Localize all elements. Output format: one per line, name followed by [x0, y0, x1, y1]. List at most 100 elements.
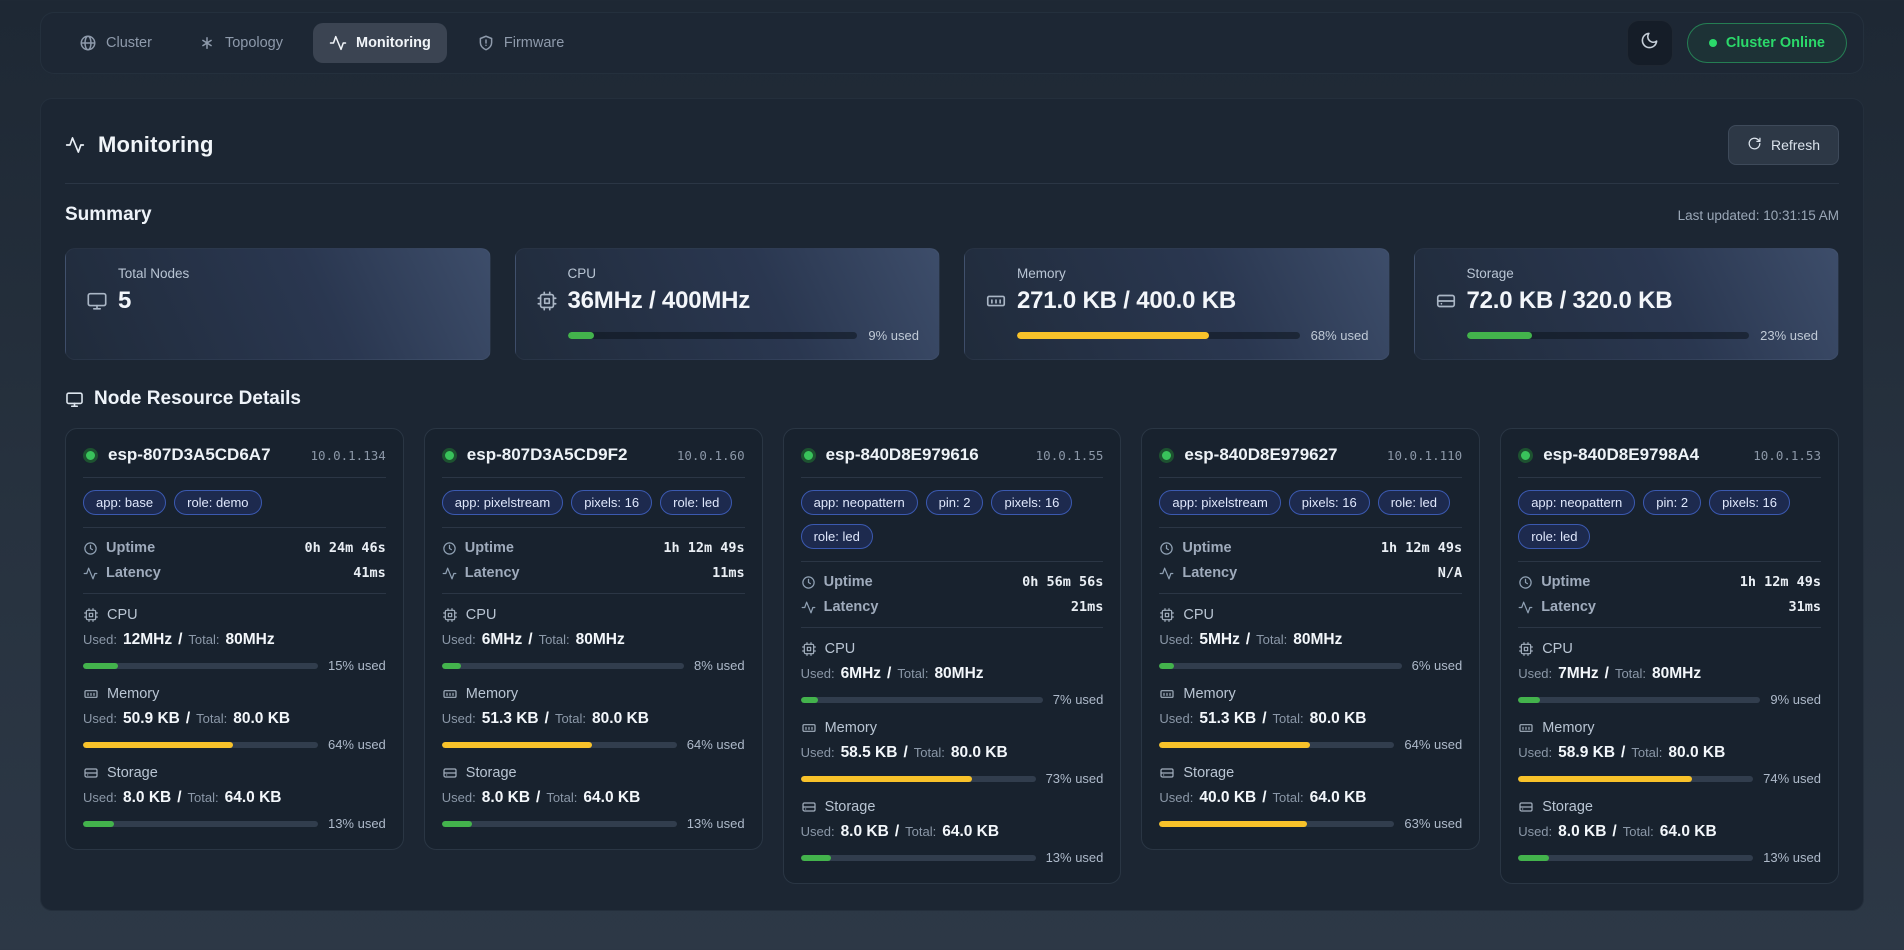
value-separator: /	[186, 710, 190, 728]
used-value: 58.5 KB	[841, 744, 898, 762]
resource-label: CPU	[107, 607, 138, 623]
summary-card-label: Memory	[1017, 266, 1369, 281]
percent-used-label: 23% used	[1760, 328, 1818, 343]
summary-card-memory: Memory 271.0 KB / 400.0 KB 68% used	[964, 248, 1390, 360]
value-separator: /	[1262, 789, 1266, 807]
uptime-value: 0h 56m 56s	[1022, 574, 1103, 590]
latency-label: Latency	[1182, 565, 1237, 581]
progress-fill	[442, 821, 473, 827]
value-separator: /	[178, 631, 182, 649]
percent-used-label: 64% used	[1404, 737, 1462, 752]
resource-label: Memory	[107, 686, 159, 702]
used-prefix: Used:	[442, 711, 476, 726]
total-value: 80MHz	[1293, 631, 1342, 649]
node-resources: CPU Used: 7MHz / Total: 80MHz 9% used Me…	[1518, 641, 1821, 865]
progress-track	[442, 742, 677, 748]
total-prefix: Total:	[555, 711, 586, 726]
uptime-label: Uptime	[824, 574, 873, 590]
summary-card-label: Storage	[1467, 266, 1819, 281]
summary-cards: Total Nodes 5 CPU 36MHz / 400MHz 9% used…	[65, 248, 1839, 360]
used-value: 40.0 KB	[1199, 789, 1256, 807]
refresh-icon	[1747, 136, 1762, 154]
progress-track	[442, 821, 677, 827]
total-prefix: Total:	[188, 790, 219, 805]
hard-drive-icon	[442, 765, 458, 781]
total-prefix: Total:	[539, 632, 570, 647]
node-ip: 10.0.1.110	[1387, 448, 1462, 463]
progress-track	[1467, 332, 1750, 339]
nav-tab-label: Topology	[225, 35, 283, 51]
activity-icon	[801, 600, 816, 615]
summary-card-value: 5	[118, 287, 131, 315]
node-tags: app: pixelstreampixels: 16role: led	[1159, 490, 1462, 515]
node-tag: app: pixelstream	[442, 490, 563, 515]
node-status-dot	[801, 448, 816, 463]
latency-label: Latency	[106, 565, 161, 581]
total-prefix: Total:	[897, 666, 928, 681]
node-tag: role: led	[1518, 524, 1590, 549]
latency-value: 31ms	[1788, 599, 1821, 615]
memory-icon	[985, 290, 1007, 312]
node-name: esp-840D8E979627	[1184, 445, 1337, 465]
memory-icon	[1518, 720, 1534, 736]
used-value: 8.0 KB	[482, 789, 530, 807]
node-ip: 10.0.1.134	[311, 448, 386, 463]
value-separator: /	[1605, 665, 1609, 683]
nav-tab-topology[interactable]: Topology	[182, 23, 299, 63]
used-prefix: Used:	[1159, 790, 1193, 805]
total-prefix: Total:	[905, 824, 936, 839]
nav-tab-cluster[interactable]: Cluster	[63, 23, 168, 63]
resource-label: Storage	[1542, 799, 1593, 815]
uptime-value: 1h 12m 49s	[663, 540, 744, 556]
nav-tab-monitoring[interactable]: Monitoring	[313, 23, 447, 63]
activity-icon	[1159, 566, 1174, 581]
node-name: esp-807D3A5CD9F2	[467, 445, 628, 465]
used-prefix: Used:	[1518, 666, 1552, 681]
total-value: 64.0 KB	[942, 823, 999, 841]
node-card: esp-807D3A5CD6A7 10.0.1.134 app: baserol…	[65, 428, 404, 850]
refresh-button[interactable]: Refresh	[1728, 125, 1839, 165]
progress-fill	[1159, 821, 1307, 827]
node-tag: pin: 2	[926, 490, 984, 515]
summary-card-value: 271.0 KB / 400.0 KB	[1017, 287, 1236, 315]
node-tag: app: neopattern	[1518, 490, 1635, 515]
node-tags: app: pixelstreampixels: 16role: led	[442, 490, 745, 515]
progress-fill	[1017, 332, 1209, 339]
node-tag: app: base	[83, 490, 166, 515]
percent-used-label: 9% used	[868, 328, 919, 343]
total-value: 80.0 KB	[1668, 744, 1725, 762]
used-value: 7MHz	[1558, 665, 1598, 683]
clock-icon	[1518, 575, 1533, 590]
refresh-label: Refresh	[1771, 137, 1820, 153]
hard-drive-icon	[1518, 799, 1534, 815]
total-value: 64.0 KB	[225, 789, 282, 807]
nav-tab-firmware[interactable]: Firmware	[461, 23, 580, 63]
progress-track	[1017, 332, 1300, 339]
theme-toggle-button[interactable]	[1627, 20, 1673, 66]
topology-icon	[198, 34, 216, 52]
hard-drive-icon	[1159, 765, 1175, 781]
summary-card-storage: Storage 72.0 KB / 320.0 KB 23% used	[1414, 248, 1840, 360]
node-tags: app: baserole: demo	[83, 490, 386, 515]
uptime-row: Uptime 1h 12m 49s	[1518, 574, 1821, 590]
uptime-label: Uptime	[1182, 540, 1231, 556]
value-separator: /	[545, 710, 549, 728]
uptime-label: Uptime	[106, 540, 155, 556]
cluster-status-badge: Cluster Online	[1687, 23, 1847, 63]
memory-icon	[442, 686, 458, 702]
total-prefix: Total:	[914, 745, 945, 760]
latency-label: Latency	[465, 565, 520, 581]
activity-icon	[329, 34, 347, 52]
clock-icon	[83, 541, 98, 556]
node-tag: pixels: 16	[1709, 490, 1790, 515]
clock-icon	[442, 541, 457, 556]
total-value: 80MHz	[576, 631, 625, 649]
node-resources: CPU Used: 6MHz / Total: 80MHz 8% used Me…	[442, 607, 745, 831]
used-value: 51.3 KB	[482, 710, 539, 728]
node-status-dot	[83, 448, 98, 463]
progress-fill	[801, 776, 973, 782]
uptime-value: 1h 12m 49s	[1740, 574, 1821, 590]
resource-section: CPU Used: 6MHz / Total: 80MHz 8% used	[442, 607, 745, 673]
memory-icon	[83, 686, 99, 702]
summary-card-value: 36MHz / 400MHz	[568, 287, 751, 315]
